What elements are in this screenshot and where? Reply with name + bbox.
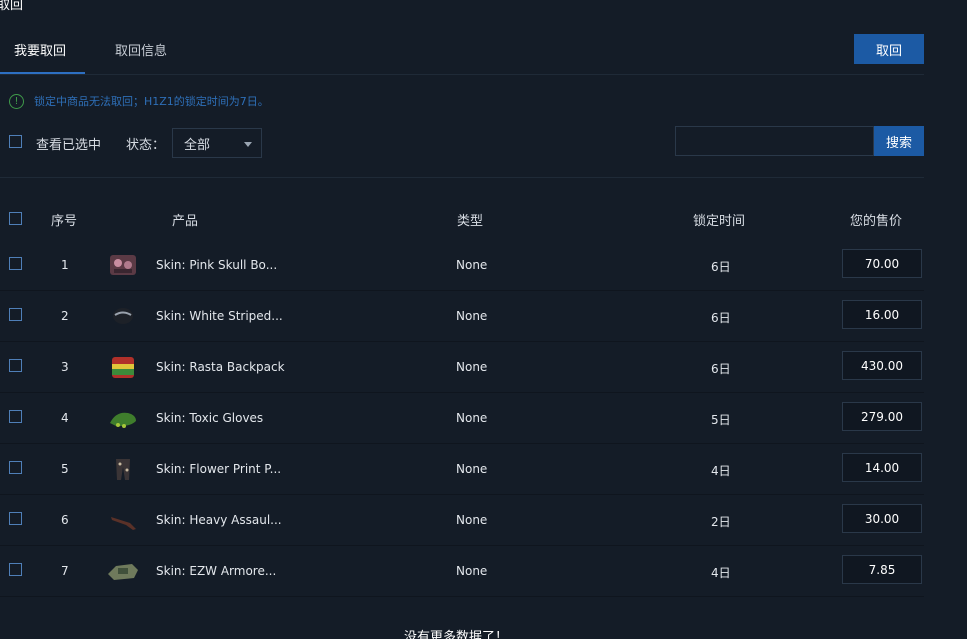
row-checkbox[interactable]	[9, 563, 22, 576]
notice-text: 锁定中商品无法取回；H1Z1的锁定时间为7日。	[34, 95, 269, 108]
row-index: 4	[61, 411, 69, 425]
row-product-name[interactable]: Skin: Rasta Backpack	[156, 360, 285, 374]
row-index: 2	[61, 309, 69, 323]
table-row[interactable]: 4 Skin: Toxic Gloves None 5日 279.00	[0, 393, 924, 444]
table-row[interactable]: 6 Skin: Heavy Assaul... None 2日 30.00	[0, 495, 924, 546]
header-type: 类型	[457, 214, 484, 229]
withdraw-button[interactable]: 取回	[854, 34, 924, 64]
search-button[interactable]: 搜索	[874, 126, 924, 156]
row-price-field[interactable]: 16.00	[842, 300, 922, 329]
row-index: 3	[61, 360, 69, 374]
status-select[interactable]: 全部	[172, 128, 262, 158]
tab-withdraw[interactable]: 我要取回	[14, 40, 66, 59]
row-index: 7	[61, 564, 69, 578]
row-index: 5	[61, 462, 69, 476]
row-lock-time: 2日	[711, 515, 731, 529]
toxic-gloves-icon	[110, 412, 136, 428]
row-lock-time: 5日	[711, 413, 731, 427]
row-type: None	[456, 513, 488, 527]
row-type: None	[456, 360, 488, 374]
row-checkbox[interactable]	[9, 257, 22, 270]
select-all-checkbox[interactable]	[9, 212, 22, 225]
table-row[interactable]: 7 Skin: EZW Armore... None 4日 7.85	[0, 546, 924, 597]
white-striped-helmet-icon	[113, 308, 133, 324]
row-checkbox[interactable]	[9, 461, 22, 474]
row-checkbox[interactable]	[9, 359, 22, 372]
row-price-field[interactable]: 430.00	[842, 351, 922, 380]
row-price-field[interactable]: 30.00	[842, 504, 922, 533]
row-product-name[interactable]: Skin: Heavy Assaul...	[156, 513, 282, 527]
row-price-field[interactable]: 7.85	[842, 555, 922, 584]
no-more-data-text: 没有更多数据了！	[404, 630, 509, 639]
table-body: 1 Skin: Pink Skull Bo... None 6日 70.00 2 Skin:…	[0, 240, 924, 597]
rasta-backpack-icon	[112, 357, 134, 378]
row-product-name[interactable]: Skin: Toxic Gloves	[156, 411, 263, 425]
heavy-assault-rifle-icon	[111, 517, 136, 530]
search-input[interactable]	[675, 126, 874, 156]
row-type: None	[456, 258, 488, 272]
view-selected-label: 查看已选中	[36, 138, 102, 153]
page-title: 取回	[0, 0, 24, 13]
view-selected-checkbox[interactable]	[9, 135, 22, 148]
ezw-armored-vehicle-icon	[108, 564, 138, 580]
caret-down-icon	[244, 142, 252, 147]
row-type: None	[456, 462, 488, 476]
status-select-value: 全部	[184, 137, 211, 153]
header-price: 您的售价	[850, 214, 903, 229]
flower-print-pants-icon	[116, 459, 130, 480]
row-type: None	[456, 411, 488, 425]
row-product-name[interactable]: Skin: Pink Skull Bo...	[156, 258, 277, 272]
row-index: 6	[61, 513, 69, 527]
row-checkbox[interactable]	[9, 512, 22, 525]
header-lock-time: 锁定时间	[693, 214, 746, 229]
row-product-name[interactable]: Skin: Flower Print P...	[156, 462, 281, 476]
table-row[interactable]: 3 Skin: Rasta Backpack None 6日 430.00	[0, 342, 924, 393]
row-product-name[interactable]: Skin: White Striped...	[156, 309, 283, 323]
header-product: 产品	[172, 214, 199, 229]
table-row[interactable]: 1 Skin: Pink Skull Bo... None 6日 70.00	[0, 240, 924, 291]
row-checkbox[interactable]	[9, 410, 22, 423]
row-lock-time: 6日	[711, 311, 731, 325]
row-type: None	[456, 564, 488, 578]
items-table: 序号 产品 类型 锁定时间 您的售价 1 Skin: Pink Skull Bo.…	[0, 198, 924, 597]
status-label: 状态：	[126, 138, 166, 153]
row-lock-time: 4日	[711, 566, 731, 580]
row-checkbox[interactable]	[9, 308, 22, 321]
tab-bar: 我要取回 取回信息	[0, 34, 924, 75]
row-type: None	[456, 309, 488, 323]
header-index: 序号	[51, 214, 78, 229]
row-lock-time: 6日	[711, 260, 731, 274]
row-lock-time: 6日	[711, 362, 731, 376]
divider	[0, 177, 924, 178]
notice-bar: ! 锁定中商品无法取回；H1Z1的锁定时间为7日。	[9, 93, 269, 109]
active-tab-indicator	[0, 72, 85, 74]
filter-row: 查看已选中 状态： 全部 搜索	[9, 126, 924, 158]
tab-withdraw-info[interactable]: 取回信息	[115, 40, 167, 59]
row-product-name[interactable]: Skin: EZW Armore...	[156, 564, 276, 578]
row-price-field[interactable]: 70.00	[842, 249, 922, 278]
row-price-field[interactable]: 279.00	[842, 402, 922, 431]
exclamation-circle-icon: !	[9, 93, 24, 109]
table-row[interactable]: 2 Skin: White Striped... None 6日 16.00	[0, 291, 924, 342]
row-lock-time: 4日	[711, 464, 731, 478]
table-row[interactable]: 5 Skin: Flower Print P... None 4日 14.00	[0, 444, 924, 495]
table-header: 序号 产品 类型 锁定时间 您的售价	[0, 198, 924, 240]
row-price-field[interactable]: 14.00	[842, 453, 922, 482]
row-index: 1	[61, 258, 69, 272]
pink-skull-item-icon	[110, 255, 136, 275]
